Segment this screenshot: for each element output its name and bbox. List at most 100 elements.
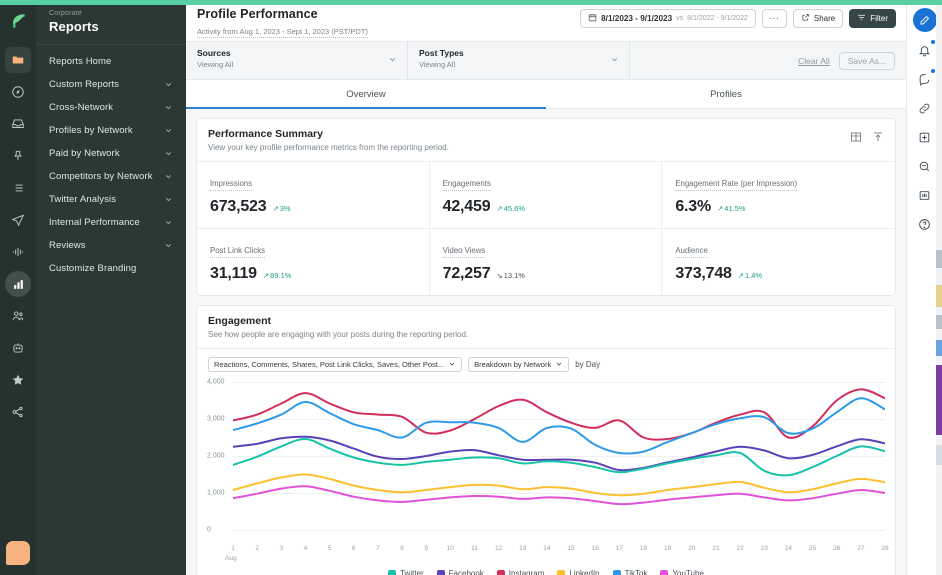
share-nodes-icon[interactable] bbox=[5, 399, 31, 425]
trend-up-icon: ↗ bbox=[496, 204, 503, 213]
sidebar-item-twitter-analysis[interactable]: Twitter Analysis bbox=[36, 188, 186, 211]
help-circle-icon[interactable] bbox=[914, 213, 936, 235]
send-icon[interactable] bbox=[5, 207, 31, 233]
topbar-actions: 8/1/2023 - 9/1/2023 vs 8/1/2022 - 9/1/20… bbox=[580, 7, 896, 28]
performance-summary-actions bbox=[850, 128, 884, 148]
bot-icon[interactable] bbox=[5, 335, 31, 361]
chart-x-tick-label: 5 bbox=[327, 545, 332, 552]
metric-label: Audience bbox=[675, 246, 708, 258]
tab-overview[interactable]: Overview bbox=[186, 80, 546, 109]
more-options-button[interactable]: ··· bbox=[761, 9, 787, 28]
sprout-leaf-icon[interactable] bbox=[6, 9, 30, 33]
listening-waveform-icon[interactable] bbox=[5, 239, 31, 265]
date-range-picker[interactable]: 8/1/2023 - 9/1/2023 vs 8/1/2022 - 9/1/20… bbox=[580, 9, 756, 28]
table-view-icon[interactable] bbox=[850, 130, 862, 148]
save-as-button[interactable]: Save As... bbox=[838, 51, 895, 70]
pin-icon[interactable] bbox=[5, 143, 31, 169]
tab-profiles[interactable]: Profiles bbox=[546, 80, 906, 108]
export-icon[interactable] bbox=[872, 130, 884, 148]
metric-change-value: 1.4% bbox=[745, 271, 763, 280]
metric-label: Engagements bbox=[442, 179, 491, 191]
legend-item-linkedin[interactable]: LinkedIn bbox=[557, 569, 600, 575]
sidebar-item-custom-reports[interactable]: Custom Reports bbox=[36, 73, 186, 96]
sidebar-item-cross-network[interactable]: Cross-Network bbox=[36, 96, 186, 119]
top-accent-bar bbox=[0, 0, 942, 5]
legend-label: LinkedIn bbox=[569, 569, 600, 575]
performance-summary-title: Performance Summary bbox=[208, 128, 323, 140]
compass-icon[interactable] bbox=[5, 79, 31, 105]
chevron-down-icon bbox=[164, 126, 173, 135]
trend-down-icon: ↘ bbox=[496, 271, 503, 280]
sidebar-item-profiles-by-network[interactable]: Profiles by Network bbox=[36, 119, 186, 142]
user-avatar[interactable] bbox=[6, 541, 30, 565]
link-icon[interactable] bbox=[914, 97, 936, 119]
breakdown-select[interactable]: Breakdown by Network bbox=[468, 357, 570, 372]
list-icon[interactable] bbox=[5, 175, 31, 201]
legend-item-tiktok[interactable]: TikTok bbox=[612, 569, 647, 575]
sidebar-item-internal-performance[interactable]: Internal Performance bbox=[36, 211, 186, 234]
legend-item-youtube[interactable]: YouTube bbox=[660, 569, 704, 575]
sidebar-item-competitors-by-network[interactable]: Competitors by Network bbox=[36, 165, 186, 188]
chevron-down-icon bbox=[164, 103, 173, 112]
chevron-down-icon bbox=[610, 48, 619, 69]
trend-up-icon: ↗ bbox=[262, 271, 270, 280]
inbox-icon[interactable] bbox=[5, 111, 31, 137]
sidebar-item-reviews[interactable]: Reviews bbox=[36, 234, 186, 257]
clear-all-button[interactable]: Clear All bbox=[798, 56, 830, 66]
filter-button[interactable]: Filter bbox=[849, 9, 896, 28]
sidebar-item-paid-by-network[interactable]: Paid by Network bbox=[36, 142, 186, 165]
legend-swatch bbox=[388, 569, 397, 575]
engagement-line-chart[interactable]: 0 1,000 2,000 3,000 4,000 bbox=[207, 376, 885, 544]
chevron-down-icon bbox=[164, 195, 173, 204]
star-icon[interactable] bbox=[5, 367, 31, 393]
sidebar-item-label: Custom Reports bbox=[49, 79, 120, 90]
chart-x-tick-label: 17 bbox=[615, 545, 623, 552]
page-title: Profile Performance bbox=[197, 7, 318, 21]
engagement-card-description: See how people are engaging with your po… bbox=[208, 330, 469, 339]
metric-select[interactable]: Reactions, Comments, Shares, Post Link C… bbox=[208, 357, 463, 372]
chart-x-tick-label: 6 bbox=[351, 545, 356, 552]
metric-value-row: 42,459 ↗ 45.6% bbox=[443, 198, 651, 216]
post-types-filter-label: Post Types bbox=[419, 48, 464, 58]
message-add-icon[interactable] bbox=[914, 68, 936, 90]
chart-x-tick-label: 2 bbox=[255, 545, 259, 552]
share-button[interactable]: Share bbox=[792, 9, 844, 28]
metric-change: ↘ 13.1% bbox=[496, 271, 525, 280]
sources-filter[interactable]: Sources Viewing All bbox=[186, 42, 408, 79]
share-external-icon bbox=[801, 13, 810, 24]
metric-value: 42,459 bbox=[442, 198, 491, 215]
legend-item-instagram[interactable]: Instagram bbox=[496, 569, 544, 575]
book-icon[interactable] bbox=[914, 184, 936, 206]
search-globe-icon[interactable] bbox=[914, 155, 936, 177]
people-icon[interactable] bbox=[5, 303, 31, 329]
metric-value: 6.3% bbox=[675, 198, 711, 215]
metric-engagements: Engagements 42,459 ↗ 45.6% bbox=[429, 162, 663, 229]
bar-chart-icon[interactable] bbox=[5, 271, 31, 297]
legend-label: Facebook bbox=[448, 569, 484, 575]
plus-square-icon[interactable] bbox=[914, 126, 936, 148]
metric-value-row: 673,523 ↗ 3% bbox=[210, 198, 418, 216]
engagement-card: Engagement See how people are engaging w… bbox=[196, 305, 896, 575]
bell-icon[interactable] bbox=[914, 39, 936, 61]
content-scroll-area[interactable]: Performance Summary View your key profil… bbox=[186, 109, 906, 575]
metric-change: ↗ 89.1% bbox=[263, 271, 292, 280]
chevron-down-icon bbox=[164, 149, 173, 158]
sidebar-item-label: Twitter Analysis bbox=[49, 194, 117, 205]
sidebar-item-reports-home[interactable]: Reports Home bbox=[36, 50, 186, 73]
metric-change-value: 45.6% bbox=[503, 204, 525, 213]
publishing-folder-icon[interactable] bbox=[5, 47, 31, 73]
chart-y-tick-label: 2,000 bbox=[207, 452, 225, 460]
metric-post-link-clicks: Post Link Clicks 31,119 ↗ 89.1% bbox=[197, 229, 430, 295]
legend-item-twitter[interactable]: Twitter bbox=[388, 569, 424, 575]
notification-badge bbox=[930, 40, 935, 44]
engagement-card-header: Engagement See how people are engaging w… bbox=[197, 306, 895, 349]
sidebar-item-customize-branding[interactable]: Customize Branding bbox=[36, 257, 186, 280]
chevron-down-icon bbox=[164, 80, 173, 89]
compose-icon[interactable] bbox=[912, 8, 937, 32]
metric-label: Engagement Rate (per Impression) bbox=[675, 179, 798, 191]
metric-value-row: 72,257 ↘ 13.1% bbox=[443, 265, 651, 283]
post-types-filter[interactable]: Post Types Viewing All bbox=[408, 42, 630, 79]
chart-x-tick-label: 22 bbox=[736, 545, 744, 552]
chart-x-tick-label: 24 bbox=[784, 545, 793, 552]
legend-item-facebook[interactable]: Facebook bbox=[436, 569, 484, 575]
